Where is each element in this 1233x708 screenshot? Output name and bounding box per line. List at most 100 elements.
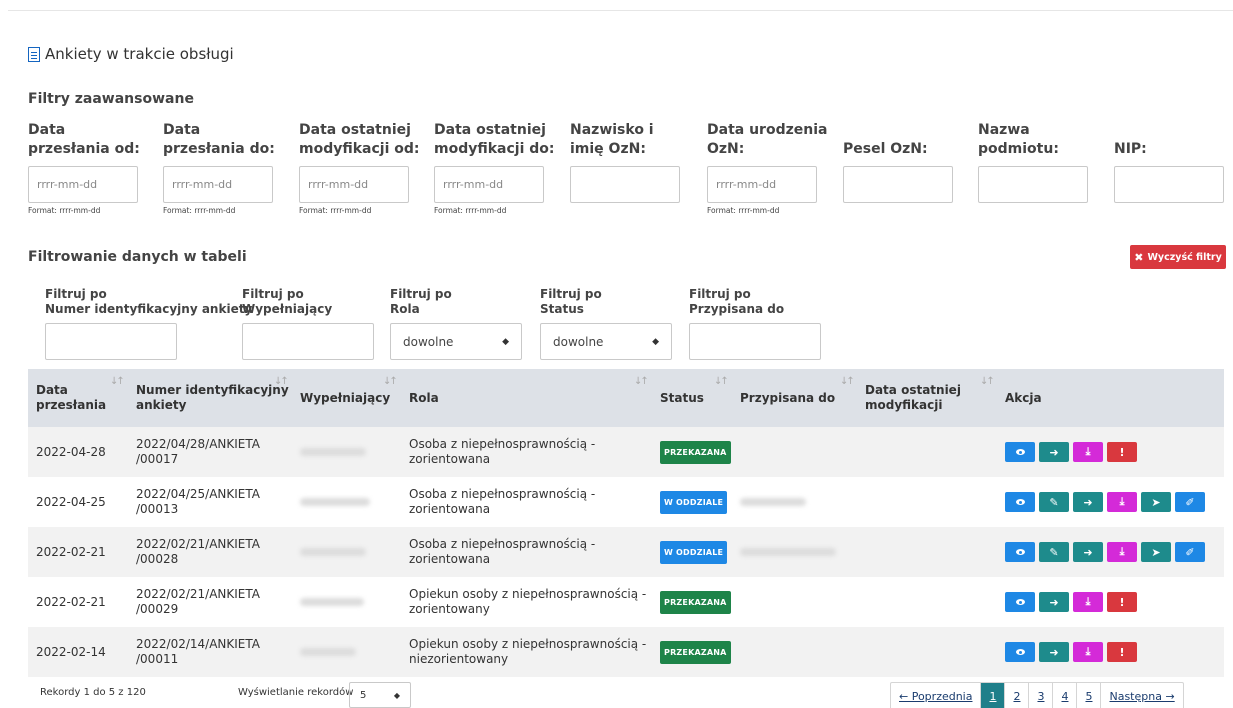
download-button[interactable]: ⤓: [1073, 442, 1103, 462]
id-line1: 2022/02/14/ANKIETA: [136, 637, 260, 651]
text-input[interactable]: [1114, 166, 1224, 203]
sort-icon[interactable]: ↓↑: [110, 376, 125, 387]
prev-page-link[interactable]: ← Poprzednia: [891, 683, 980, 708]
close-icon: ✖: [1134, 250, 1144, 264]
arrow-right-icon: ➜: [1049, 595, 1059, 609]
per-page-value: 5: [360, 689, 367, 701]
sort-icon[interactable]: ↓↑: [714, 376, 729, 387]
filter-input[interactable]: [242, 323, 374, 360]
alert-button[interactable]: !: [1107, 442, 1137, 462]
col-role[interactable]: Rola: [409, 369, 439, 427]
table-filter-label-line2: Przypisana do: [689, 302, 785, 316]
forward-button[interactable]: ➜: [1073, 542, 1103, 562]
advanced-filter-label-line2: OzN:: [707, 141, 745, 157]
external-button[interactable]: ✐: [1175, 492, 1205, 512]
page-link[interactable]: 4: [1052, 683, 1076, 708]
forward-button[interactable]: ➜: [1039, 592, 1069, 612]
filter-select[interactable]: dowolne ◆: [390, 323, 522, 360]
forward-button[interactable]: ➜: [1039, 642, 1069, 662]
table-header: Data przesłania ↓↑ Numer identyfikacyjny a…: [28, 369, 1224, 427]
forward-button[interactable]: ➜: [1073, 492, 1103, 512]
view-button[interactable]: [1005, 542, 1035, 562]
advanced-filter-label-line2: przesłania od:: [28, 141, 140, 157]
table-filter-label-line1: Filtruj po: [540, 287, 602, 301]
view-button[interactable]: [1005, 642, 1035, 662]
advanced-filter-label-line1: [843, 121, 928, 140]
alert-button[interactable]: !: [1107, 592, 1137, 612]
text-input[interactable]: [843, 166, 953, 203]
view-button[interactable]: [1005, 442, 1035, 462]
page-link[interactable]: 5: [1076, 683, 1100, 708]
col-date[interactable]: Data przesłania: [36, 369, 106, 427]
col-modified-label-1: Data ostatniej: [865, 383, 961, 397]
row-actions: ✎ ➜ ⤓ ➤ ✐: [1005, 527, 1205, 577]
id-cell: 2022/02/14/ANKIETA/00011: [136, 627, 260, 677]
page-link[interactable]: 3: [1028, 683, 1052, 708]
alert-button[interactable]: !: [1107, 642, 1137, 662]
redacted-name: [300, 548, 366, 556]
records-info: Rekordy 1 do 5 z 120: [40, 687, 146, 698]
eye-icon: [1015, 649, 1025, 655]
sort-icon[interactable]: ↓↑: [274, 376, 289, 387]
col-id[interactable]: Numer identyfikacyjny ankiety: [136, 369, 289, 427]
view-button[interactable]: [1005, 492, 1035, 512]
clear-filters-button[interactable]: ✖ Wyczyść filtry: [1130, 245, 1226, 269]
sort-icon[interactable]: ↓↑: [383, 376, 398, 387]
role-line1: Opiekun osoby z niepełnosprawnością -: [409, 587, 647, 601]
sort-icon[interactable]: ↓↑: [634, 376, 649, 387]
advanced-filter-label-line2: modyfikacji do:: [434, 141, 555, 157]
page-link[interactable]: 2: [1004, 683, 1028, 708]
text-input[interactable]: [978, 166, 1088, 203]
external-button[interactable]: ✐: [1175, 542, 1205, 562]
edit-button[interactable]: ✎: [1039, 542, 1069, 562]
text-input[interactable]: [570, 166, 680, 203]
per-page-select[interactable]: 5 ◆: [349, 682, 411, 708]
date-input[interactable]: rrrr-mm-dd: [163, 166, 273, 203]
role-line1: Osoba z niepełnosprawnością -: [409, 537, 596, 551]
col-assigned[interactable]: Przypisana do: [740, 369, 835, 427]
col-status[interactable]: Status: [660, 369, 704, 427]
next-page-link[interactable]: Następna →: [1100, 683, 1182, 708]
sort-icon[interactable]: ↓↑: [840, 376, 855, 387]
eye-icon: [1015, 449, 1025, 455]
col-modified-label-2: modyfikacji: [865, 398, 943, 412]
advanced-filter-label: Data przesłania od:: [28, 121, 140, 159]
redacted-name: [300, 648, 356, 656]
id-line1: 2022/04/25/ANKIETA: [136, 487, 260, 501]
edit-button[interactable]: ✎: [1039, 492, 1069, 512]
forward-button[interactable]: ➜: [1039, 442, 1069, 462]
date-input[interactable]: rrrr-mm-dd: [434, 166, 544, 203]
download-button[interactable]: ⤓: [1073, 642, 1103, 662]
table-filter-label: Filtruj po Rola: [390, 287, 452, 317]
send-button[interactable]: ➤: [1141, 542, 1171, 562]
col-action: Akcja: [1005, 369, 1042, 427]
redacted-name: [300, 498, 370, 506]
download-button[interactable]: ⤓: [1107, 542, 1137, 562]
id-line2: /00029: [136, 602, 179, 616]
table-row: 2022-02-14 2022/02/14/ANKIETA/00011 Opieku…: [28, 627, 1224, 677]
filter-input[interactable]: [45, 323, 177, 360]
download-button[interactable]: ⤓: [1107, 492, 1137, 512]
sort-icon[interactable]: ↓↑: [980, 376, 995, 387]
id-line2: /00028: [136, 552, 179, 566]
filter-input[interactable]: [689, 323, 821, 360]
col-modified[interactable]: Data ostatniej modyfikacji: [865, 369, 961, 427]
filter-select[interactable]: dowolne ◆: [540, 323, 672, 360]
table-row: 2022-04-25 2022/04/25/ANKIETA/00013 Osoba …: [28, 477, 1224, 527]
filler-cell-redacted: [300, 577, 364, 627]
id-line2: /00013: [136, 502, 179, 516]
view-button[interactable]: [1005, 592, 1035, 612]
per-page-label: Wyświetlanie rekordów: [238, 687, 354, 698]
arrow-right-icon: ➜: [1049, 645, 1059, 659]
send-button[interactable]: ➤: [1141, 492, 1171, 512]
page-link[interactable]: 1: [980, 683, 1005, 708]
col-id-label-2: ankiety: [136, 398, 187, 412]
pagination: ← Poprzednia 1 2 3 4 5 Następna →: [890, 682, 1184, 708]
date-input[interactable]: rrrr-mm-dd: [707, 166, 817, 203]
col-filler[interactable]: Wypełniający: [300, 369, 390, 427]
advanced-filter-label-line1: Data ostatniej: [434, 122, 546, 138]
date-input[interactable]: rrrr-mm-dd: [299, 166, 409, 203]
table-row: 2022-04-28 2022/04/28/ANKIETA/00017 Osoba …: [28, 427, 1224, 477]
download-button[interactable]: ⤓: [1073, 592, 1103, 612]
date-input[interactable]: rrrr-mm-dd: [28, 166, 138, 203]
